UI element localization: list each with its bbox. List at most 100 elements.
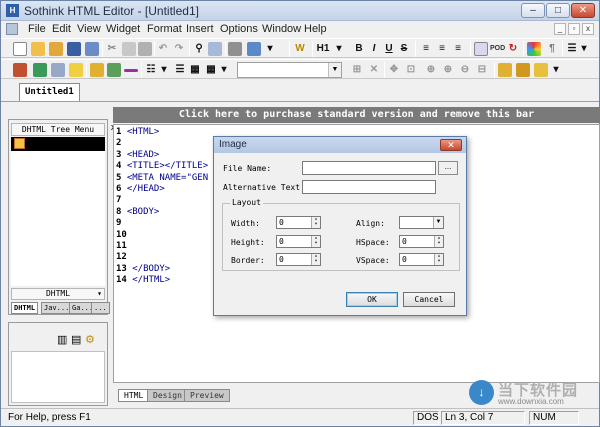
stepper-icon[interactable]: ▴ ▾ [311, 217, 320, 228]
file-name-input[interactable] [302, 161, 436, 175]
stepper-icon[interactable]: ▴ ▾ [434, 254, 443, 265]
align-right-icon[interactable]: ≡ [451, 42, 465, 56]
tree-item-selected[interactable] [11, 137, 105, 151]
open-folder-icon[interactable] [31, 42, 45, 56]
home-icon[interactable] [13, 63, 27, 77]
settings-icon[interactable]: ⚙ [85, 333, 95, 346]
preview-icon[interactable] [247, 42, 261, 56]
underline-button[interactable]: U [382, 42, 396, 56]
split-icon[interactable]: ⊟ [475, 63, 489, 77]
insert-image-icon[interactable] [33, 63, 47, 77]
heading-dropdown-icon[interactable]: ▾ [332, 42, 346, 56]
minimize-button[interactable]: – [521, 3, 545, 18]
undo-icon[interactable]: ↶ [156, 42, 170, 56]
width-stepper[interactable]: 0 ▴ ▾ [276, 216, 321, 229]
open-site-icon[interactable] [49, 42, 63, 56]
alt-text-input[interactable] [302, 180, 436, 194]
purchase-banner[interactable]: Click here to purchase standard version … [113, 107, 600, 123]
code-line[interactable]: 1 <HTML> [116, 127, 159, 138]
align-center-icon[interactable]: ≡ [435, 42, 449, 56]
tab-untitled1[interactable]: Untitled1 [19, 83, 80, 101]
color-picker-icon[interactable] [527, 42, 541, 56]
menu-help[interactable]: Help [304, 23, 327, 35]
close-button[interactable]: ✕ [571, 3, 595, 18]
print-icon[interactable] [228, 42, 242, 56]
tab-javascript[interactable]: Jav... [41, 302, 73, 314]
tab-design[interactable]: Design [147, 389, 188, 402]
border-stepper[interactable]: 0 ▴ ▾ [276, 253, 321, 266]
menu-file[interactable]: File [28, 23, 46, 35]
email-icon[interactable] [69, 63, 83, 77]
document-icon[interactable] [6, 23, 18, 35]
tab-preview[interactable]: Preview [184, 389, 230, 402]
list-view-icon[interactable]: ▤ [71, 333, 81, 346]
code-line[interactable]: 9 [116, 218, 127, 229]
mdi-restore-button[interactable]: ▫ [568, 23, 580, 35]
delete-icon[interactable]: ✕ [367, 63, 381, 77]
tree-area[interactable] [11, 151, 105, 286]
replace-icon[interactable] [208, 42, 222, 56]
merge-icon[interactable]: ⊡ [404, 63, 418, 77]
widget-icon[interactable]: W [293, 42, 307, 56]
find-icon[interactable]: ⚲ [192, 42, 206, 56]
list-dropdown-icon[interactable]: ▾ [577, 42, 591, 56]
table-view-icon[interactable]: ▥ [57, 333, 67, 346]
stepper-icon[interactable]: ▴ ▾ [311, 236, 320, 247]
preview-dropdown-icon[interactable]: ▾ [263, 42, 277, 56]
insert-column-icon[interactable]: ⊕ [441, 63, 455, 77]
image-icon[interactable] [474, 42, 488, 56]
code-line[interactable]: 6 </HEAD> [116, 184, 165, 195]
height-stepper[interactable]: 0 ▴ ▾ [276, 235, 321, 248]
library-dropdown-icon[interactable]: ▾ [549, 63, 563, 77]
code-line[interactable]: 10 [116, 230, 132, 241]
align-left-icon[interactable]: ≡ [419, 42, 433, 56]
chevron-down-icon[interactable]: ▾ [97, 289, 102, 299]
library-icon[interactable] [534, 63, 548, 77]
close-icon[interactable]: ✕ [440, 139, 462, 151]
table-icon[interactable]: ▦ [188, 63, 202, 77]
pencil-icon[interactable] [90, 63, 104, 77]
code-line[interactable]: 13 </BODY> [116, 264, 170, 275]
panel-footer[interactable]: DHTML ▾ [11, 288, 105, 300]
code-line[interactable]: 4 <TITLE></TITLE> [116, 161, 208, 172]
move-icon[interactable]: ✥ [387, 63, 401, 77]
horizontal-rule-icon[interactable] [124, 69, 138, 72]
plugin-icon[interactable] [107, 63, 121, 77]
menu-edit[interactable]: Edit [52, 23, 71, 35]
grid-icon[interactable]: ▦ [204, 63, 218, 77]
layer-icon[interactable]: ⊞ [350, 63, 364, 77]
code-line[interactable]: 11 [116, 241, 132, 252]
tab-more[interactable]: ... [91, 302, 110, 314]
bold-button[interactable]: B [352, 42, 366, 56]
new-file-icon[interactable] [13, 42, 27, 56]
cut-icon[interactable]: ✂ [105, 42, 119, 56]
browse-button[interactable]: ... [438, 161, 458, 175]
properties-area[interactable] [11, 351, 105, 403]
cancel-button[interactable]: Cancel [403, 292, 455, 307]
menu-widget[interactable]: Widget [106, 23, 140, 35]
code-line[interactable]: 2 [116, 138, 127, 149]
menu-format[interactable]: Format [147, 23, 182, 35]
table-dropdown-icon[interactable]: ▾ [217, 63, 231, 77]
menu-insert[interactable]: Insert [186, 23, 214, 35]
delete-row-icon[interactable]: ⊖ [458, 63, 472, 77]
template-icon[interactable] [516, 63, 530, 77]
menu-options[interactable]: Options [220, 23, 258, 35]
form-dropdown-icon[interactable]: ▾ [157, 63, 171, 77]
align-select[interactable]: ▼ [399, 216, 444, 229]
save-all-icon[interactable] [85, 42, 99, 56]
italic-button[interactable]: I [367, 42, 381, 56]
hspace-stepper[interactable]: 0 ▴ ▾ [399, 235, 444, 248]
maximize-button[interactable]: □ [546, 3, 570, 18]
style-select[interactable]: ▼ [237, 62, 342, 78]
redo-icon[interactable]: ↷ [172, 42, 186, 56]
form-icon[interactable]: ☷ [144, 63, 158, 77]
heading-button[interactable]: H1 [316, 42, 330, 56]
menu-window[interactable]: Window [262, 23, 301, 35]
stepper-icon[interactable]: ▴ ▾ [434, 236, 443, 247]
code-line[interactable]: 7 [116, 195, 127, 206]
mdi-close-button[interactable]: x [582, 23, 594, 35]
paste-icon[interactable] [138, 42, 152, 56]
stepper-icon[interactable]: ▴ ▾ [311, 254, 320, 265]
code-line[interactable]: 14 </HTML> [116, 275, 170, 286]
